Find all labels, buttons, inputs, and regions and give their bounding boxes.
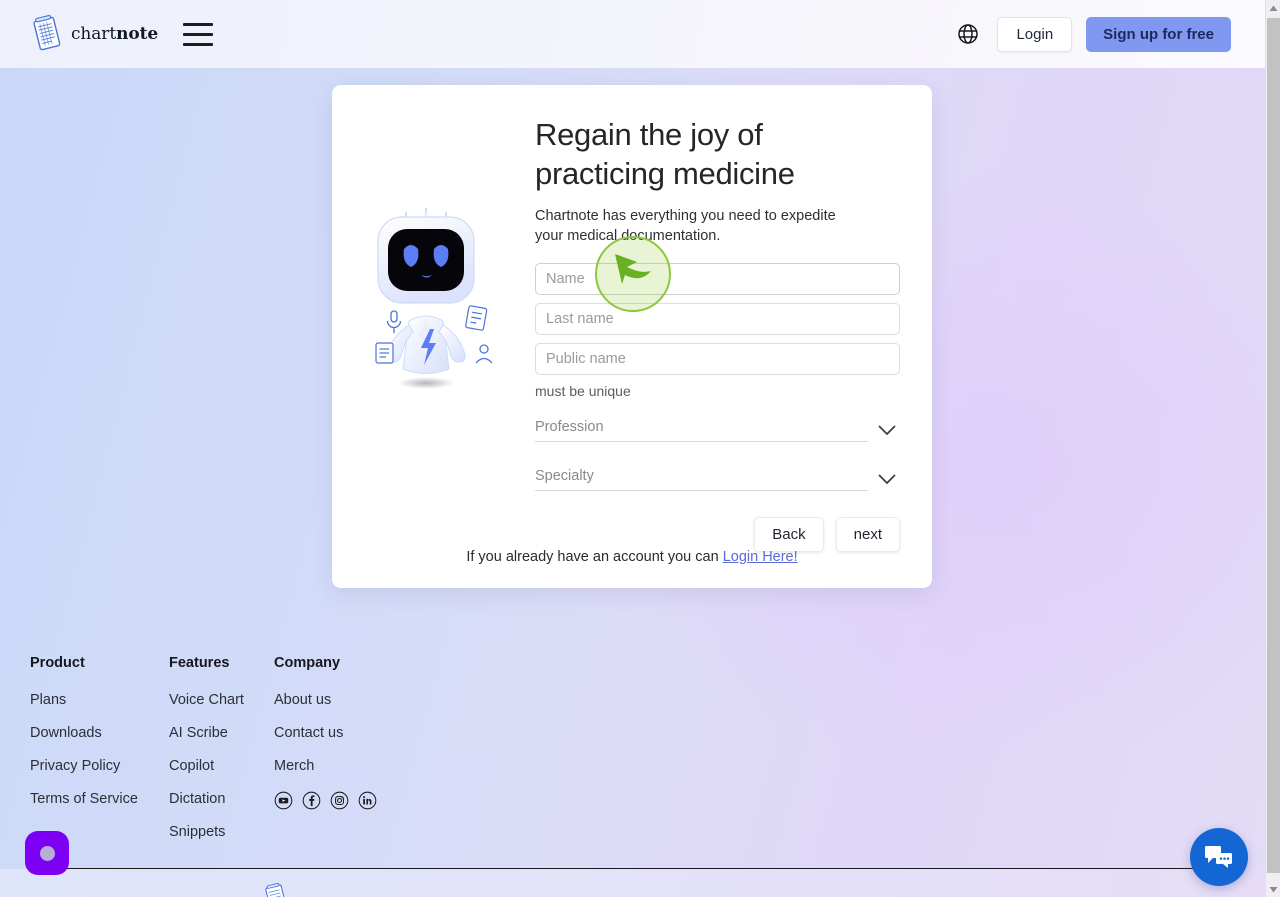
footer-divider [62,868,1200,869]
chartnote-logo[interactable]: chartnote [30,15,158,53]
scrollbar-down-arrow[interactable] [1266,881,1280,897]
signup-button[interactable]: Sign up for free [1086,16,1231,52]
footer-link-downloads[interactable]: Downloads [30,725,169,741]
footer-link-plans[interactable]: Plans [30,692,169,708]
logo-wordmark: chartnote [71,24,158,44]
footer-link-ai-scribe[interactable]: AI Scribe [169,725,274,741]
footer-link-about-us[interactable]: About us [274,692,413,708]
globe-icon[interactable] [953,19,983,49]
instagram-icon[interactable] [330,791,349,810]
profession-select-label: Profession [535,419,868,442]
footer-link-privacy-policy[interactable]: Privacy Policy [30,758,169,774]
footer-link-merch[interactable]: Merch [274,758,413,774]
footer-link-snippets[interactable]: Snippets [169,824,274,840]
footer-link-voice-chart[interactable]: Voice Chart [169,692,274,708]
footer-column-title: Product [30,655,85,671]
bottom-clipped-section [0,869,1265,897]
document-icon [465,305,488,331]
accessibility-widget-button[interactable] [25,831,69,875]
footer-column-title: Features [169,655,230,671]
footer-link-terms-of-service[interactable]: Terms of Service [30,791,169,807]
specialty-select-label: Specialty [535,468,868,491]
site-footer: Product Plans Downloads Privacy Policy T… [0,655,1265,857]
back-button[interactable]: Back [754,516,824,552]
signup-card: Regain the joy of practicing medicine Ch… [332,85,932,588]
hamburger-bar [183,32,214,36]
clipboard-icon [375,342,394,364]
chat-widget-button[interactable] [1190,828,1248,886]
profession-select[interactable]: Profession [535,419,900,442]
scrollbar-up-arrow[interactable] [1266,0,1280,16]
page-title: Regain the joy of practicing medicine [535,117,795,191]
page-root: chartnote Login Sign up for free Regain … [0,0,1280,897]
footer-link-copilot[interactable]: Copilot [169,758,274,774]
scrollbar-thumb[interactable] [1267,18,1280,873]
youtube-icon[interactable] [274,791,293,810]
linkedin-icon[interactable] [358,791,377,810]
chevron-down-icon[interactable] [874,419,900,441]
header-actions: Login Sign up for free [953,16,1231,52]
chartnote-robot-mascot-icon [364,203,504,403]
footer-column-company: Company About us Contact us Merch [274,655,413,857]
footer-column-product: Product Plans Downloads Privacy Policy T… [30,655,169,857]
chat-bubbles-icon [1205,846,1232,868]
social-links [274,791,413,810]
footer-column-title: Company [274,655,341,671]
notepad-logo-icon [33,15,61,51]
chevron-down-icon[interactable] [874,468,900,490]
footer-link-contact-us[interactable]: Contact us [274,725,413,741]
first-name-input[interactable] [535,262,900,295]
hamburger-bar [183,42,214,46]
login-here-link[interactable]: Login Here! [723,549,798,565]
form-button-row: Back next [535,516,900,552]
last-name-input[interactable] [535,302,900,335]
hamburger-menu-icon[interactable] [180,17,216,51]
footer-link-dictation[interactable]: Dictation [169,791,274,807]
facebook-icon[interactable] [302,791,321,810]
accessibility-widget-dot-icon [39,845,55,861]
microphone-icon [386,310,402,333]
person-icon [475,344,493,364]
vertical-scrollbar[interactable] [1265,0,1280,897]
notepad-logo-icon [265,883,287,897]
existing-account-prompt: If you already have an account you can L… [332,549,932,565]
footer-column-features: Features Voice Chart AI Scribe Copilot D… [169,655,274,857]
login-button[interactable]: Login [997,16,1073,52]
signup-form: Regain the joy of practicing medicine Ch… [535,116,900,552]
logo-text-light: chart [71,24,117,44]
public-name-input[interactable] [535,342,900,375]
next-button[interactable]: next [835,516,900,552]
page-subtitle: Chartnote has everything you need to exp… [535,207,836,245]
hamburger-bar [183,22,214,26]
public-name-hint: must be unique [535,382,631,399]
login-prompt-text: If you already have an account you can [466,549,723,565]
site-header: chartnote Login Sign up for free [0,0,1265,68]
specialty-select[interactable]: Specialty [535,468,900,491]
logo-text-bold: note [116,24,159,44]
